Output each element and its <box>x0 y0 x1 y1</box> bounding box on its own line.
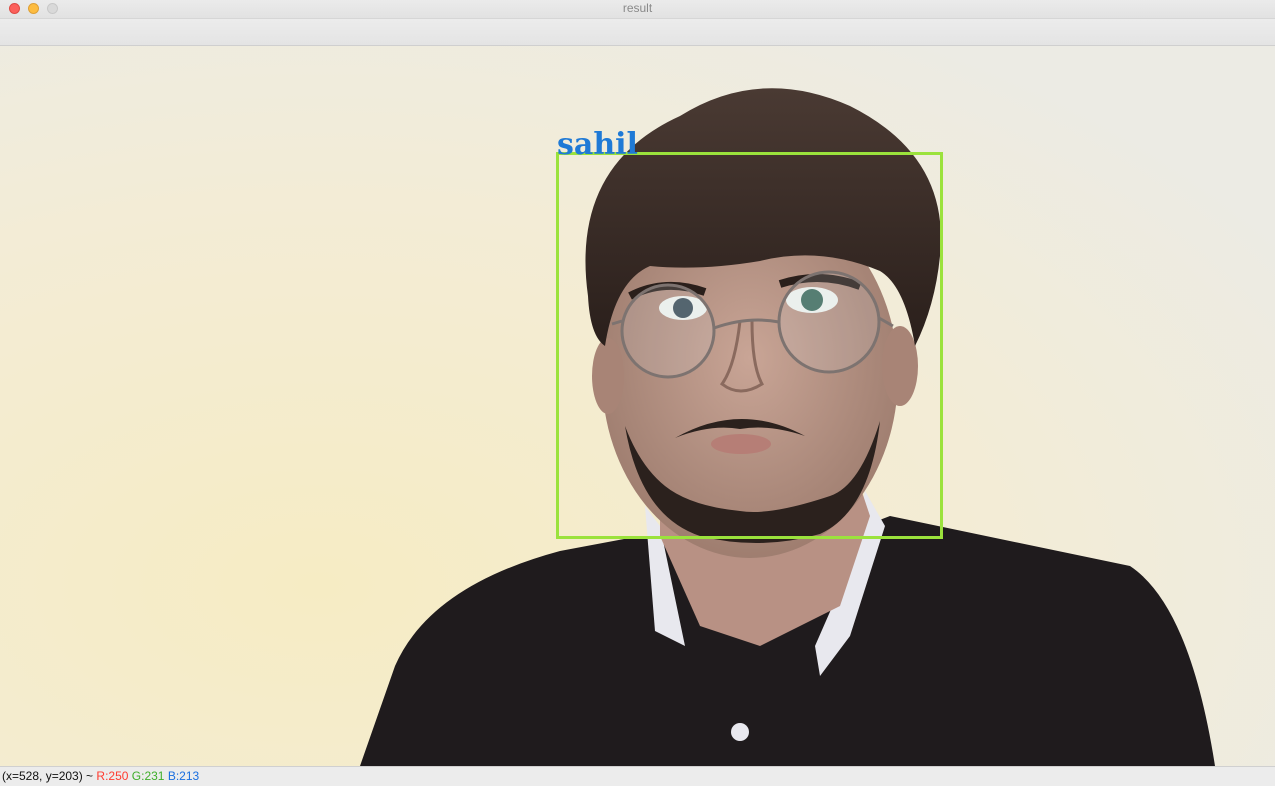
status-bar: (x=528, y=203) ~ R:250 G:231 B:213 <box>0 766 1275 786</box>
window-title: result <box>622 1 653 15</box>
pixel-red-value: R:250 <box>96 769 129 783</box>
toolbar <box>0 19 1275 46</box>
shirt-button <box>731 723 749 741</box>
lips <box>711 434 771 454</box>
ear-left <box>592 338 624 414</box>
pixel-green-value: G:231 <box>131 769 165 783</box>
title-bar: result <box>0 0 1275 19</box>
cursor-coords: (x=528, y=203) ~ <box>2 769 94 783</box>
pixel-blue-value: B:213 <box>167 769 200 783</box>
detection-label: sahil <box>557 127 638 162</box>
image-viewport[interactable]: sahil <box>0 46 1275 766</box>
camera-frame: sahil <box>0 46 1275 766</box>
ear-right <box>882 326 918 406</box>
